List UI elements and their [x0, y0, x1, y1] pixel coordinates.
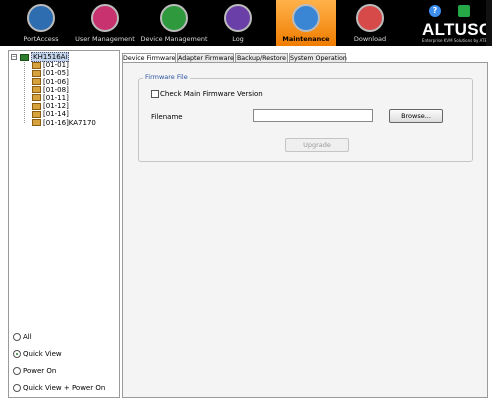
port-icon: [32, 61, 41, 69]
port-label: [01-01]: [43, 61, 69, 70]
nav-label: Maintenance: [282, 35, 330, 43]
upgrade-button[interactable]: Upgrade: [285, 138, 349, 152]
log-icon: [224, 4, 252, 32]
nav-label: Log: [232, 35, 244, 43]
port-label: [01-05]: [43, 69, 69, 78]
port-label: [01-16]KA7170: [43, 118, 96, 127]
tree-port-node[interactable]: [01-11]: [11, 94, 96, 102]
radio-label: All: [23, 333, 32, 341]
logout-icon[interactable]: [458, 5, 470, 17]
device-icon: [160, 4, 188, 32]
nav-label: User Management: [75, 35, 135, 43]
altuscn-logo: ? ALTUSCN Enterprise KVM Solutions by AT…: [420, 2, 492, 46]
nav-label: Device Management: [140, 35, 208, 43]
checkbox-label: Check Main Firmware Version: [160, 90, 263, 98]
tree-port-node[interactable]: [01-06]: [11, 78, 96, 86]
port-icon: [32, 86, 41, 94]
radio-power-on[interactable]: Power On: [13, 366, 105, 383]
nav-download[interactable]: Download: [342, 0, 398, 46]
port-icon: [32, 78, 41, 86]
radio-quick-view-power-on[interactable]: Quick View + Power On: [13, 383, 105, 400]
radio-label: Quick View: [23, 350, 62, 358]
radio-button[interactable]: [13, 333, 21, 341]
port-icon: [32, 110, 41, 118]
check-main-firmware[interactable]: Check Main Firmware Version: [151, 90, 263, 98]
nav-portaccess[interactable]: PortAccess: [15, 0, 67, 46]
port-icon: [32, 102, 41, 110]
filename-label: Filename: [151, 113, 183, 121]
top-nav-bar: PortAccess User Management Device Manage…: [0, 0, 492, 46]
radio-label: Power On: [23, 367, 57, 375]
radio-button[interactable]: [13, 384, 21, 392]
checkbox[interactable]: [151, 90, 159, 98]
port-icon: [32, 94, 41, 102]
device-tree: − KH1516Ai [01-01] [01-05] [01-06] [01-08…: [11, 52, 96, 127]
maintenance-icon: [292, 4, 320, 32]
main-panel: Firmware File Check Main Firmware Versio…: [122, 62, 488, 398]
tree-port-node[interactable]: [01-05]: [11, 69, 96, 77]
port-label: [01-12]: [43, 102, 69, 111]
scroll-edge: [486, 0, 492, 46]
nav-maintenance[interactable]: Maintenance: [276, 0, 336, 46]
browse-button[interactable]: Browse...: [389, 109, 443, 123]
portaccess-icon: [27, 4, 55, 32]
collapse-icon[interactable]: −: [11, 54, 17, 60]
download-icon: [356, 4, 384, 32]
port-label: [01-11]: [43, 93, 69, 102]
port-icon: [32, 119, 41, 126]
firmware-file-legend: Firmware File: [143, 73, 190, 81]
switch-icon: [20, 53, 29, 61]
tree-port-node[interactable]: [01-12]: [11, 102, 96, 110]
nav-label: Download: [353, 35, 387, 43]
nav-log[interactable]: Log: [218, 0, 258, 46]
brand-tagline: Enterprise KVM Solutions by ATEN: [421, 38, 491, 43]
port-label: [01-08]: [43, 85, 69, 94]
radio-label: Quick View + Power On: [23, 384, 106, 392]
view-filter: All Quick View Power On Quick View + Pow…: [13, 332, 105, 400]
port-icon: [32, 69, 41, 77]
tree-root-node[interactable]: − KH1516Ai: [11, 52, 96, 62]
tree-port-node[interactable]: [01-14]: [11, 110, 96, 118]
brand-name: ALTUSCN: [422, 20, 492, 39]
radio-quick-view[interactable]: Quick View: [13, 349, 105, 366]
radio-all[interactable]: All: [13, 332, 105, 349]
port-label: [01-14]: [43, 110, 69, 119]
port-label: [01-06]: [43, 77, 69, 86]
tree-port-node[interactable]: [01-16]KA7170: [11, 119, 96, 127]
nav-label: PortAccess: [23, 35, 59, 43]
help-icon[interactable]: ?: [429, 5, 441, 17]
nav-device-management[interactable]: Device Management: [140, 0, 208, 46]
sidebar-panel: − KH1516Ai [01-01] [01-05] [01-06] [01-08…: [8, 50, 120, 398]
radio-button-selected[interactable]: [13, 350, 21, 358]
nav-user-management[interactable]: User Management: [75, 0, 135, 46]
users-icon: [91, 4, 119, 32]
tree-port-node[interactable]: [01-01]: [11, 61, 96, 69]
filename-input[interactable]: [253, 109, 373, 122]
radio-button[interactable]: [13, 367, 21, 375]
tree-port-node[interactable]: [01-08]: [11, 86, 96, 94]
